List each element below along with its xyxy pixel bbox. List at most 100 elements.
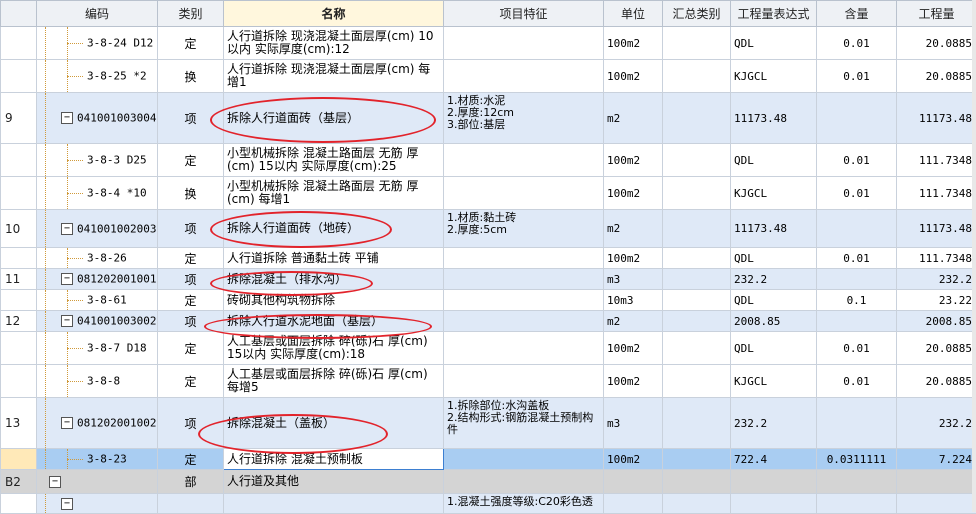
code-cell[interactable]: −081202001001 <box>37 269 158 290</box>
summary-cell[interactable] <box>663 27 731 60</box>
row-number[interactable] <box>1 449 37 470</box>
name-cell[interactable]: 人工基层或面层拆除 碎(砾)石 厚(cm) 15以内 实际厚度(cm):18 <box>224 332 444 365</box>
quantity-cell[interactable] <box>897 494 976 514</box>
table-row-sub-item[interactable]: 3-8-4 *10换小型机械拆除 混凝土路面层 无筋 厚(cm) 每增1100m… <box>1 177 976 210</box>
type-cell[interactable]: 项 <box>158 210 224 248</box>
unit-cell[interactable]: m2 <box>604 311 663 332</box>
header-qty[interactable]: 工程量 <box>897 1 976 27</box>
feature-cell[interactable] <box>444 177 604 210</box>
type-cell[interactable]: 项 <box>158 93 224 144</box>
name-cell[interactable]: 小型机械拆除 混凝土路面层 无筋 厚(cm) 每增1 <box>224 177 444 210</box>
quantity-cell[interactable]: 20.0885 <box>897 365 976 398</box>
collapse-toggle-icon[interactable]: − <box>49 476 61 488</box>
quantity-cell[interactable]: 20.0885 <box>897 332 976 365</box>
table-row-sub-item[interactable]: 3-8-3 D25定小型机械拆除 混凝土路面层 无筋 厚(cm) 15以内 实际… <box>1 144 976 177</box>
type-cell[interactable]: 换 <box>158 177 224 210</box>
type-cell[interactable]: 部 <box>158 470 224 494</box>
name-cell[interactable]: 人工基层或面层拆除 碎(砾)石 厚(cm) 每增5 <box>224 365 444 398</box>
code-cell[interactable]: − <box>37 470 158 494</box>
content-cell[interactable] <box>817 470 897 494</box>
header-summary[interactable]: 汇总类别 <box>663 1 731 27</box>
type-cell[interactable]: 项 <box>158 398 224 449</box>
table-row-sub-item[interactable]: 3-8-61定砖砌其他构筑物拆除10m3QDL0.123.22 <box>1 290 976 311</box>
summary-cell[interactable] <box>663 177 731 210</box>
feature-cell[interactable] <box>444 27 604 60</box>
feature-cell[interactable]: 1.材质:水泥 2.厚度:12cm 3.部位:基层 <box>444 93 604 144</box>
code-cell[interactable]: −041001003004 <box>37 93 158 144</box>
code-cell[interactable]: 3-8-23 <box>37 449 158 470</box>
summary-cell[interactable] <box>663 269 731 290</box>
row-number[interactable] <box>1 365 37 398</box>
code-cell[interactable]: 3-8-7 D18 <box>37 332 158 365</box>
unit-cell[interactable]: 100m2 <box>604 449 663 470</box>
table-row-sub-item[interactable]: 3-8-25 *2换人行道拆除 现浇混凝土面层厚(cm) 每增1100m2KJG… <box>1 60 976 93</box>
table-row[interactable]: 13−081202001002项拆除混凝土（盖板）1.拆除部位:水沟盖板 2.结… <box>1 398 976 449</box>
unit-cell[interactable]: m2 <box>604 210 663 248</box>
table-row[interactable]: B2− 部人行道及其他 <box>1 470 976 494</box>
name-cell[interactable]: 人行道拆除 普通黏土砖 平铺 <box>224 248 444 269</box>
type-cell[interactable]: 定 <box>158 248 224 269</box>
content-cell[interactable] <box>817 494 897 514</box>
expression-cell[interactable]: QDL <box>731 332 817 365</box>
code-cell[interactable]: − <box>37 494 158 514</box>
summary-cell[interactable] <box>663 494 731 514</box>
table-row[interactable]: 12−041001003002项拆除人行道水泥地面（基层）m22008.8520… <box>1 311 976 332</box>
content-cell[interactable]: 0.01 <box>817 177 897 210</box>
summary-cell[interactable] <box>663 470 731 494</box>
collapse-toggle-icon[interactable]: − <box>61 498 73 510</box>
quantity-cell[interactable]: 232.2 <box>897 398 976 449</box>
feature-cell[interactable] <box>444 470 604 494</box>
content-cell[interactable] <box>817 398 897 449</box>
quantity-cell[interactable]: 111.7348 <box>897 144 976 177</box>
expression-cell[interactable]: KJGCL <box>731 365 817 398</box>
content-cell[interactable]: 0.01 <box>817 248 897 269</box>
unit-cell[interactable]: m3 <box>604 269 663 290</box>
quantity-cell[interactable]: 20.0885 <box>897 27 976 60</box>
row-number[interactable] <box>1 248 37 269</box>
row-number[interactable] <box>1 177 37 210</box>
feature-cell[interactable] <box>444 269 604 290</box>
feature-cell[interactable] <box>444 365 604 398</box>
expression-cell[interactable]: QDL <box>731 290 817 311</box>
type-cell[interactable]: 项 <box>158 311 224 332</box>
code-cell[interactable]: −041001003002 <box>37 311 158 332</box>
name-cell[interactable]: 人行道及其他 <box>224 470 444 494</box>
feature-cell[interactable] <box>444 248 604 269</box>
quantity-cell[interactable]: 11173.48 <box>897 93 976 144</box>
code-cell[interactable]: −041001002003 <box>37 210 158 248</box>
unit-cell[interactable]: 100m2 <box>604 365 663 398</box>
row-number[interactable] <box>1 144 37 177</box>
expression-cell[interactable]: 722.4 <box>731 449 817 470</box>
unit-cell[interactable] <box>604 494 663 514</box>
summary-cell[interactable] <box>663 93 731 144</box>
expression-cell[interactable]: QDL <box>731 27 817 60</box>
table-row[interactable]: 10−041001002003项拆除人行道面砖（地砖）1.材质:黏土砖 2.厚度… <box>1 210 976 248</box>
row-number[interactable] <box>1 60 37 93</box>
quantity-cell[interactable]: 2008.85 <box>897 311 976 332</box>
row-number[interactable] <box>1 494 37 514</box>
code-cell[interactable]: 3-8-3 D25 <box>37 144 158 177</box>
header-num[interactable] <box>1 1 37 27</box>
name-cell[interactable]: 砖砌其他构筑物拆除 <box>224 290 444 311</box>
expression-cell[interactable]: 232.2 <box>731 398 817 449</box>
content-cell[interactable]: 0.01 <box>817 332 897 365</box>
quantity-cell[interactable]: 20.0885 <box>897 60 976 93</box>
row-number[interactable]: B2 <box>1 470 37 494</box>
header-expr[interactable]: 工程量表达式 <box>731 1 817 27</box>
collapse-toggle-icon[interactable]: − <box>61 417 73 429</box>
summary-cell[interactable] <box>663 398 731 449</box>
expression-cell[interactable]: 11173.48 <box>731 93 817 144</box>
content-cell[interactable]: 0.01 <box>817 27 897 60</box>
summary-cell[interactable] <box>663 210 731 248</box>
table-row[interactable]: −1.混凝土强度等级:C20彩色透 <box>1 494 976 514</box>
code-cell[interactable]: 3-8-25 *2 <box>37 60 158 93</box>
quantity-cell[interactable] <box>897 470 976 494</box>
unit-cell[interactable]: m2 <box>604 93 663 144</box>
name-cell[interactable]: 小型机械拆除 混凝土路面层 无筋 厚(cm) 15以内 实际厚度(cm):25 <box>224 144 444 177</box>
summary-cell[interactable] <box>663 144 731 177</box>
type-cell[interactable]: 定 <box>158 449 224 470</box>
content-cell[interactable] <box>817 210 897 248</box>
type-cell[interactable]: 定 <box>158 365 224 398</box>
unit-cell[interactable]: 10m3 <box>604 290 663 311</box>
row-number[interactable]: 12 <box>1 311 37 332</box>
